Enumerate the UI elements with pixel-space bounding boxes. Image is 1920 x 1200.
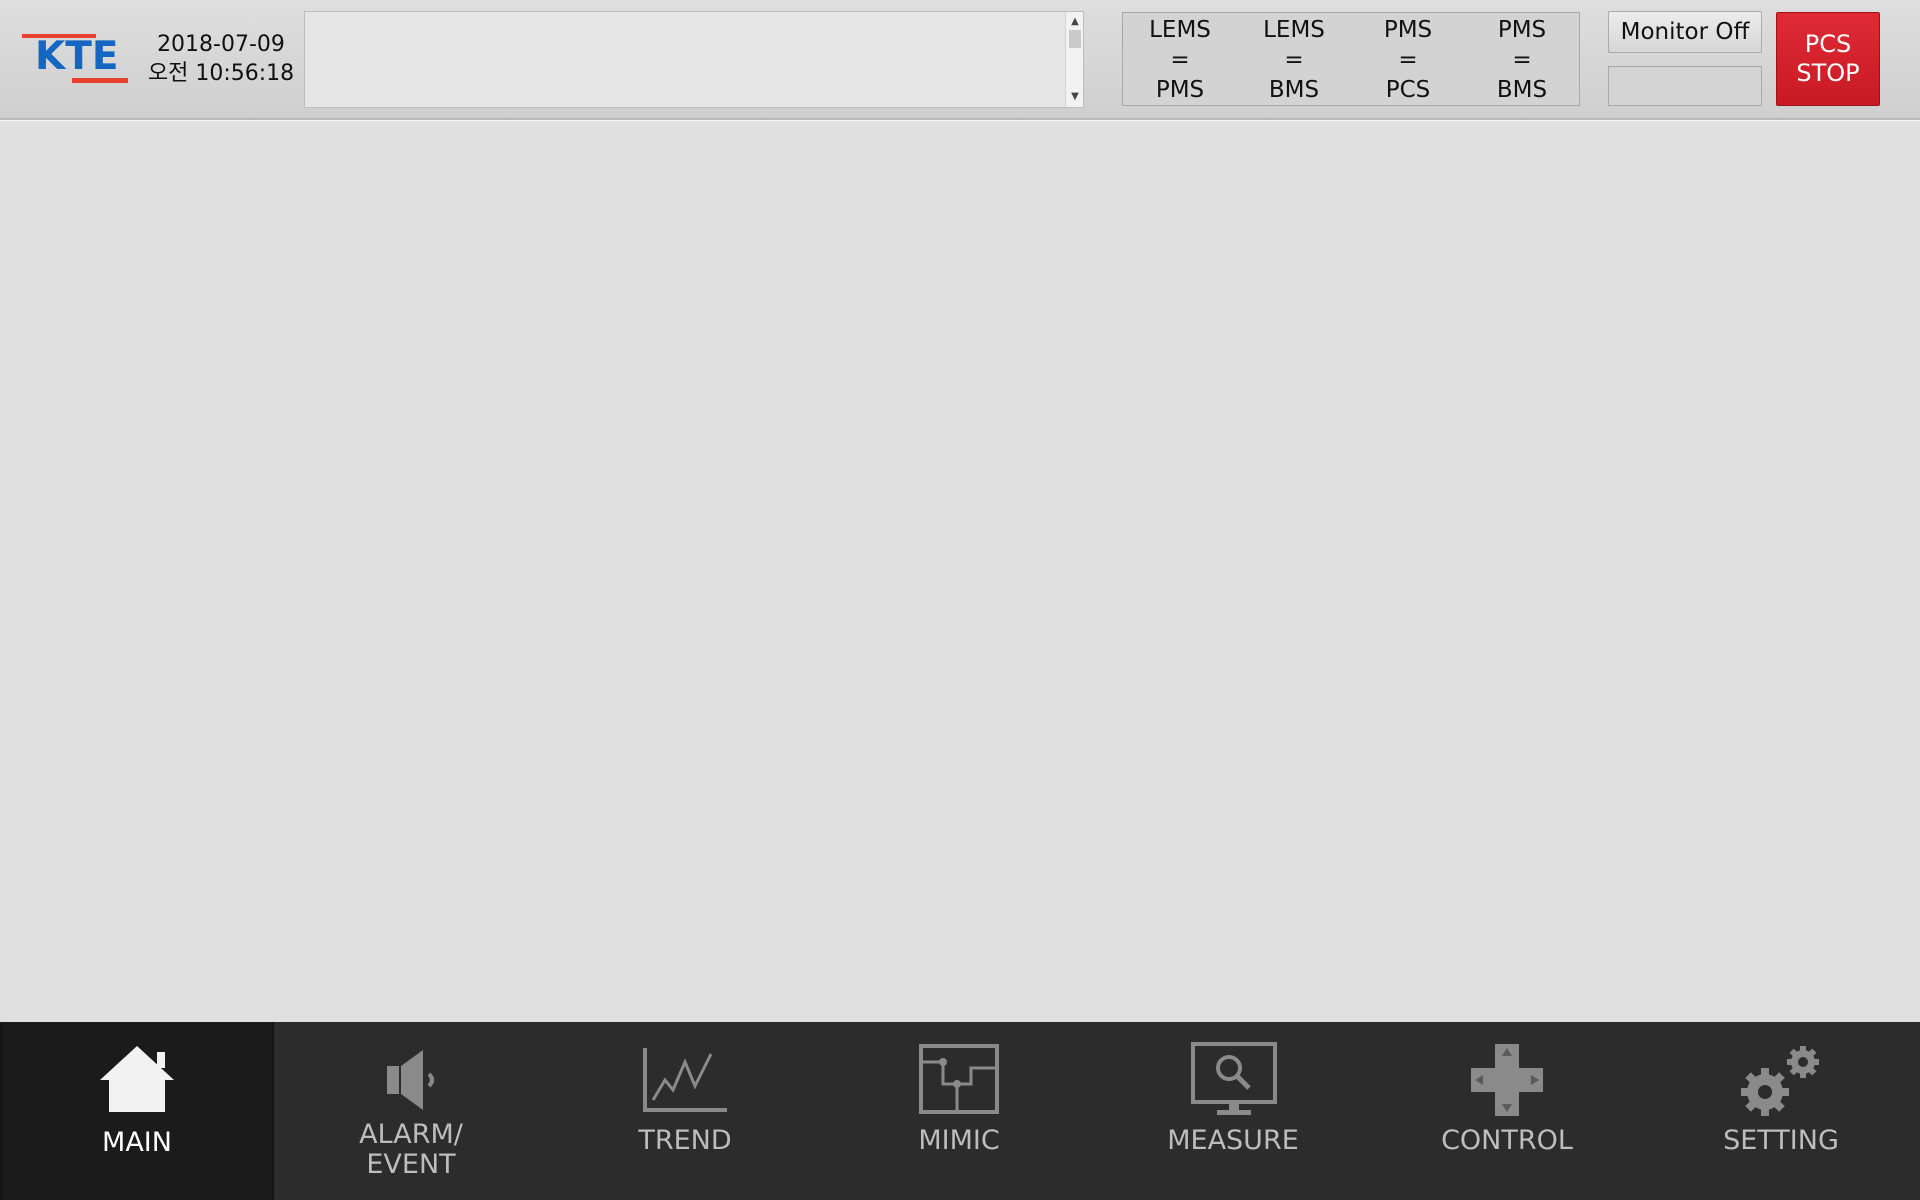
comm-status-link: = (1284, 47, 1304, 73)
comm-status-source: LEMS (1263, 17, 1325, 43)
time-text: 오전 10:56:18 (147, 61, 295, 86)
gears-icon (1741, 1046, 1819, 1116)
nav-measure-label: MEASURE (1167, 1125, 1299, 1156)
comm-status-target: BMS (1496, 77, 1548, 103)
logo-text: KTE (35, 34, 119, 79)
comm-status-source: PMS (1497, 17, 1547, 43)
bottom-navigation: MAIN ALARM/ EVENT TREND MIMIC MEASURE CO… (0, 1022, 1920, 1200)
monitor-status-field (1608, 66, 1762, 106)
comm-status-target: PCS (1385, 77, 1431, 103)
monitor-search-icon (1191, 1042, 1277, 1115)
monitor-off-button[interactable]: Monitor Off (1608, 11, 1762, 53)
nav-control-label: CONTROL (1441, 1125, 1573, 1156)
comm-status-target: PMS (1155, 77, 1205, 103)
main-content-area (0, 122, 1920, 1022)
kte-logo: KTE (22, 32, 128, 86)
scroll-up-icon[interactable]: ▲ (1066, 14, 1084, 30)
pcs-stop-label-line1: PCS (1804, 30, 1852, 58)
nav-alarm-label-line2: EVENT (366, 1149, 456, 1180)
scroll-down-icon[interactable]: ▼ (1066, 89, 1084, 105)
mimic-diagram-icon (919, 1044, 999, 1114)
nav-alarm-label-line1: ALARM/ (359, 1119, 463, 1150)
scroll-thumb[interactable] (1069, 30, 1081, 48)
comm-status-link: = (1512, 47, 1532, 73)
nav-setting-label: SETTING (1723, 1125, 1839, 1156)
nav-main-label: MAIN (102, 1127, 172, 1158)
pcs-stop-button[interactable]: PCS STOP (1776, 12, 1880, 106)
date-text: 2018-07-09 (157, 32, 285, 57)
nav-mimic[interactable]: MIMIC (822, 1022, 1096, 1200)
comm-status-link: = (1170, 47, 1190, 73)
nav-setting[interactable]: SETTING (1644, 1022, 1918, 1200)
comm-status-source: LEMS (1149, 17, 1211, 43)
nav-trend-label: TREND (638, 1125, 732, 1156)
nav-measure[interactable]: MEASURE (1096, 1022, 1370, 1200)
communication-status-panel: LEMS = PMS LEMS = BMS PMS = PCS PMS = BM… (1122, 12, 1580, 106)
nav-alarm-event[interactable]: ALARM/ EVENT (274, 1022, 548, 1200)
comm-status-pms-pcs: PMS = PCS (1351, 13, 1465, 105)
comm-status-lems-pms: LEMS = PMS (1123, 13, 1237, 105)
pcs-stop-label-line2: STOP (1796, 59, 1860, 87)
nav-mimic-label: MIMIC (918, 1125, 1000, 1156)
trend-chart-icon (643, 1048, 727, 1112)
comm-status-pms-bms: PMS = BMS (1465, 13, 1579, 105)
comm-status-source: PMS (1383, 17, 1433, 43)
message-log-box[interactable]: ▲ ▼ (304, 11, 1084, 108)
nav-alarm-event-label: ALARM/ EVENT (274, 1120, 548, 1180)
nav-trend[interactable]: TREND (548, 1022, 822, 1200)
datetime-display: 2018-07-09 오전 10:56:18 (146, 30, 296, 88)
top-bar: KTE 2018-07-09 오전 10:56:18 ▲ ▼ LEMS = PM… (0, 0, 1920, 120)
nav-control[interactable]: CONTROL (1370, 1022, 1644, 1200)
nav-main[interactable]: MAIN (0, 1022, 274, 1200)
home-icon (100, 1046, 174, 1112)
dpad-icon (1471, 1044, 1543, 1116)
comm-status-link: = (1398, 47, 1418, 73)
logo-accent-bottom (72, 78, 128, 83)
message-log-scrollbar[interactable]: ▲ ▼ (1065, 12, 1083, 107)
comm-status-target: BMS (1268, 77, 1320, 103)
speaker-icon (387, 1050, 434, 1110)
comm-status-lems-bms: LEMS = BMS (1237, 13, 1351, 105)
